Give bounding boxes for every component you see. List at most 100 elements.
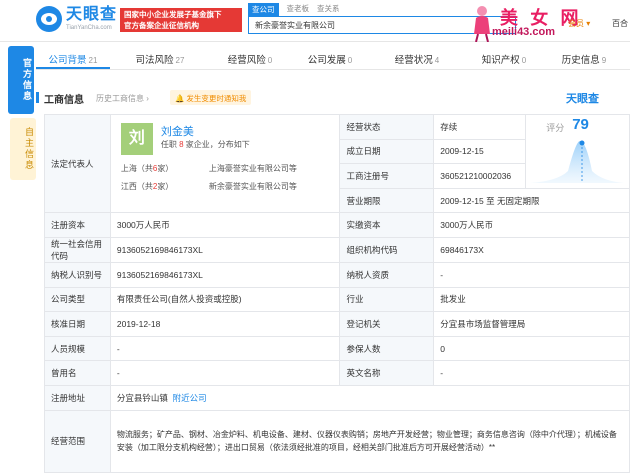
region-company-shanghai[interactable]: 上海豪誉实业有限公司等 [209, 163, 297, 174]
scope-cell: 物流服务；矿产品、钢材、冶金炉料、机电设备、建材、仪器仪表购销；房地产开发经营；… [109, 409, 630, 473]
tab-company-development[interactable]: 公司发展 0 [290, 46, 370, 69]
search-tab-boss[interactable]: 查老板 [287, 3, 310, 16]
row-value: - [109, 360, 341, 386]
legal-rep-name[interactable]: 刘金美 [161, 123, 194, 139]
tab-intellectual-property[interactable]: 知识产权 0 [464, 46, 544, 69]
tab-count: 0 [521, 56, 527, 65]
address-value: 分宜县钤山镇 [116, 392, 168, 403]
tab-label: 知识产权 [481, 55, 520, 66]
tab-count: 21 [88, 56, 98, 65]
row-value: 3000万人民币 [109, 212, 341, 238]
side-tab-self[interactable]: 自主信息 [10, 118, 36, 180]
section-accent-bar [36, 92, 39, 103]
row-value: 批发业 [433, 286, 630, 313]
row-value: 69846173X [433, 236, 630, 263]
table-row: 注册地址 分宜县钤山镇 附近公司 [44, 384, 630, 411]
term-label: 营业期限 [339, 187, 435, 214]
row-key: 组织机构代码 [339, 236, 435, 263]
table-row: 经营范围 物流服务；矿产品、钢材、冶金炉料、机电设备、建材、仪器仪表购销；房地产… [44, 409, 630, 473]
row-key: 核准日期 [44, 311, 111, 337]
row-key: 英文名称 [339, 360, 435, 386]
tab-label: 司法风险 [135, 55, 174, 66]
region-shanghai[interactable]: 上海（共6家） [121, 163, 173, 174]
tab-count: 4 [434, 56, 440, 65]
nearby-companies-link[interactable]: 附近公司 [173, 393, 207, 403]
table-row: 核准日期 2019-12-18 登记机关 分宜县市场监督管理局 [44, 311, 630, 337]
tab-legal-risk[interactable]: 司法风险 27 [110, 46, 210, 69]
header-link[interactable]: 百合 [612, 18, 628, 29]
tab-operating-status[interactable]: 经营状况 4 [370, 46, 464, 69]
score-value: 79 [572, 116, 589, 133]
banner-line-1: 国家中小企业发展子基金旗下 [124, 10, 222, 19]
top-bar: 天眼查 TianYanCha.com 国家中小企业发展子基金旗下 官方备案企业征… [0, 0, 630, 42]
row-value: 913605216984617​3XL [109, 236, 341, 263]
tab-label: 经营风险 [227, 55, 266, 66]
tab-count: 0 [347, 56, 353, 65]
search-tab-relation[interactable]: 查关系 [317, 3, 340, 16]
legal-rep-desc: 任职 8 家企业，分布如下 [160, 139, 250, 149]
vip-menu[interactable]: 会员 ▾ [568, 18, 590, 29]
official-banner: 国家中小企业发展子基金旗下 官方备案企业征信机构 [120, 8, 242, 32]
history-link[interactable]: 历史工商信息 › [96, 93, 149, 104]
term-value: 2009-12-15 至 无固定期限 [433, 187, 630, 214]
founded-value: 2009-12-15 [433, 138, 527, 165]
row-value: - [109, 335, 341, 362]
eye-logo-icon [36, 6, 62, 32]
brand-mark: 天眼查 [566, 93, 599, 105]
row-key: 参保人数 [339, 335, 435, 362]
row-key: 曾用名 [44, 360, 111, 386]
reg-no-value: 360521210002036 [433, 163, 527, 189]
status-label: 经营状态 [339, 114, 435, 140]
row-key: 人员规模 [44, 335, 111, 362]
address-cell: 分宜县钤山镇 附近公司 [109, 384, 630, 411]
tab-label: 历史信息 [561, 55, 600, 66]
row-key: 登记机关 [339, 311, 435, 337]
table-row: 公司类型 有限责任公司(自然人投资或控股) 行业 批发业 [44, 286, 630, 313]
tab-label: 经营状况 [394, 55, 433, 66]
row-key: 公司类型 [44, 286, 111, 313]
row-value: 3000万人民币 [433, 212, 630, 238]
search-tab-company[interactable]: 查公司 [248, 3, 279, 16]
banner-line-2: 官方备案企业征信机构 [124, 21, 199, 30]
row-key: 行业 [339, 286, 435, 313]
tab-company-background[interactable]: 公司背景 21 [36, 46, 110, 69]
row-value: 0 [433, 335, 630, 362]
row-value: 9136052169846173XL [109, 261, 341, 288]
table-row: 注册资本 3000万人民币 实缴资本 3000万人民币 [44, 212, 630, 238]
logo-subtitle: TianYanCha.com [66, 25, 112, 31]
tab-count: 0 [267, 56, 273, 65]
section-title: 工商信息 [44, 95, 84, 106]
tab-count: 27 [175, 56, 185, 65]
scope-value: 物流服务；矿产品、钢材、冶金炉料、机电设备、建材、仪器仪表购销；房地产开发经营；… [116, 430, 617, 453]
section-header: 工商信息 历史工商信息 › 🔔 发生变更时通知我 天眼查 [36, 90, 630, 106]
side-tab-official[interactable]: 官方信息 [8, 46, 34, 114]
score-cell: 评分 79 [525, 114, 630, 189]
row-key: 注册资本 [44, 212, 111, 238]
legal-rep-cell: 刘 刘金美 任职 8 家企业，分布如下 上海（共6家） 上海豪誉实业有限公司等 … [109, 113, 341, 214]
row-value: - [433, 360, 630, 386]
tianyancha-logo[interactable]: 天眼查 TianYanCha.com [36, 6, 117, 32]
row-key: 实缴资本 [339, 212, 435, 238]
tab-business-risk[interactable]: 经营风险 0 [210, 46, 290, 69]
region-jiangxi[interactable]: 江西（共2家） [121, 181, 173, 192]
table-row: 曾用名 - 英文名称 - [44, 360, 630, 386]
row-key: 纳税人识别号 [44, 261, 111, 288]
score-label: 评分 [546, 123, 565, 133]
legal-rep-label: 法定代表人 [44, 113, 111, 214]
tab-history[interactable]: 历史信息 9 [544, 46, 624, 69]
row-value: - [433, 261, 630, 288]
logo-title: 天眼查 [66, 6, 118, 23]
founded-label: 成立日期 [339, 138, 435, 165]
row-value: 分宜县市场监督管理局 [433, 311, 630, 337]
tab-count: 9 [601, 56, 607, 65]
region-company-jiangxi[interactable]: 新余豪誉实业有限公司等 [209, 181, 297, 192]
row-key: 统一社会信用代码 [44, 236, 111, 263]
watermark-url: meili43.com [492, 26, 555, 38]
table-row: 纳税人识别号 9136052169846173XL 纳税人资质 - [44, 261, 630, 288]
change-notify-button[interactable]: 🔔 发生变更时通知我 [170, 90, 252, 105]
table-row: 人员规模 - 参保人数 0 [44, 335, 630, 362]
reg-no-label: 工商注册号 [339, 163, 435, 189]
avatar[interactable]: 刘 [120, 122, 153, 155]
business-info-table: 法定代表人 刘 刘金美 任职 8 家企业，分布如下 上海（共6家） 上海豪誉实业… [44, 113, 630, 473]
tab-label: 公司背景 [48, 55, 87, 66]
